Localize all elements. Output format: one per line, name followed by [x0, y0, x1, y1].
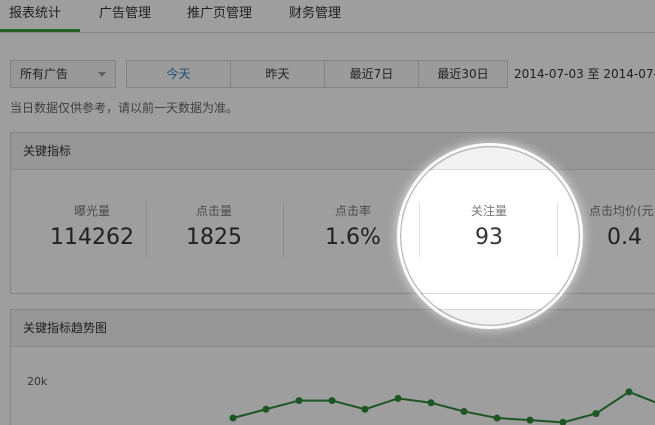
data-point[interactable]	[229, 414, 237, 422]
metric-ctr-label: 点击率	[334, 204, 371, 218]
metric-divider	[283, 203, 284, 257]
metric-avg-cpc-value: 0.4	[607, 225, 642, 250]
ad-select-value: 所有广告	[20, 67, 69, 81]
range-7days-button[interactable]: 最近7日	[324, 60, 419, 88]
data-point[interactable]	[328, 397, 336, 405]
trend-chart: 20k	[27, 375, 655, 425]
data-point[interactable]	[427, 399, 435, 407]
data-point[interactable]	[559, 418, 567, 425]
data-point[interactable]	[361, 405, 369, 413]
metric-divider	[557, 203, 558, 257]
range-today-button[interactable]: 今天	[126, 60, 231, 88]
metric-clicks-value: 1825	[186, 225, 242, 250]
data-point[interactable]	[526, 416, 534, 424]
data-point[interactable]	[262, 405, 270, 413]
date-range-input[interactable]: 2014-07-03 至 2014-07-	[514, 60, 655, 88]
metric-impressions-label: 曝光量	[73, 204, 110, 218]
series-line	[232, 390, 655, 424]
tab-report[interactable]: 报表统计	[0, 0, 80, 32]
filter-bar: 所有广告 今天 昨天 最近7日 最近30日 2014-07-03 至 2014-…	[10, 60, 655, 88]
metric-divider	[419, 203, 420, 257]
metric-follows-value: 93	[475, 225, 503, 250]
data-point[interactable]	[625, 388, 633, 396]
tab-landing-page-management[interactable]: 推广页管理	[187, 0, 252, 32]
chevron-down-icon	[98, 72, 106, 77]
range-yesterday-button[interactable]: 昨天	[230, 60, 325, 88]
metric-follows-label: 关注量	[470, 204, 507, 218]
tab-ad-management[interactable]: 广告管理	[99, 0, 151, 32]
data-point[interactable]	[592, 410, 600, 418]
metric-impressions-value: 114262	[50, 225, 134, 250]
metric-clicks-label: 点击量	[195, 204, 232, 218]
top-nav: 报表统计 广告管理 推广页管理 财务管理	[0, 0, 655, 33]
range-30days-button[interactable]: 最近30日	[418, 60, 508, 88]
data-point[interactable]	[394, 394, 402, 402]
metric-impressions: 曝光量 114262	[27, 202, 157, 250]
metric-divider	[146, 203, 147, 257]
data-hint-text: 当日数据仅供参考，请以前一天数据为准。	[10, 101, 239, 115]
metric-ctr: 点击率 1.6%	[288, 202, 418, 250]
data-point[interactable]	[493, 414, 501, 422]
metric-follows: 关注量 93	[424, 202, 554, 250]
trend-chart-title: 关键指标趋势图	[11, 310, 655, 347]
metric-avg-cpc: 点击均价(元 0.4	[575, 202, 655, 250]
ad-select-dropdown[interactable]: 所有广告	[10, 60, 116, 88]
y-tick-label: 20k	[27, 375, 48, 388]
metric-avg-cpc-label: 点击均价(元	[589, 204, 654, 218]
key-metrics-title: 关键指标	[11, 133, 655, 170]
metric-clicks: 点击量 1825	[149, 202, 279, 250]
data-point[interactable]	[460, 407, 468, 415]
data-point[interactable]	[295, 397, 303, 405]
metric-ctr-value: 1.6%	[325, 225, 381, 250]
tab-finance-management[interactable]: 财务管理	[289, 0, 341, 32]
